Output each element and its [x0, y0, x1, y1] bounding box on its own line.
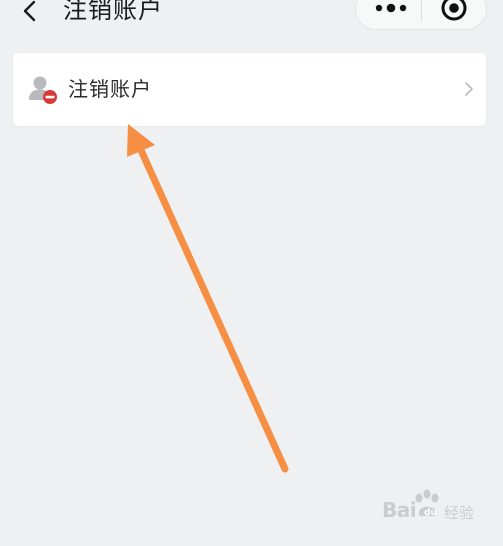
paw-icon: du — [415, 489, 439, 518]
navigation-bar: 注销账户 — [0, 0, 503, 40]
deregister-account-item[interactable]: 注销账户 — [13, 53, 486, 126]
chevron-right-icon — [465, 82, 473, 96]
user-remove-icon — [29, 76, 57, 104]
close-button[interactable] — [434, 0, 474, 26]
baidu-jingyan-watermark: Bai du 经验 — [382, 489, 492, 530]
svg-text:du: du — [424, 508, 437, 518]
chevron-left-icon — [23, 0, 36, 22]
more-button[interactable] — [368, 0, 414, 23]
deregister-account-label: 注销账户 — [68, 77, 152, 101]
target-close-icon — [441, 0, 467, 21]
watermark-suffix: 经验 — [444, 504, 475, 522]
capsule-divider — [421, 0, 422, 21]
mini-program-capsule — [355, 0, 487, 30]
page-title: 注销账户 — [63, 0, 163, 24]
watermark-brand: Bai — [382, 498, 417, 522]
more-dots-icon — [375, 3, 407, 13]
back-button[interactable] — [16, 0, 46, 28]
